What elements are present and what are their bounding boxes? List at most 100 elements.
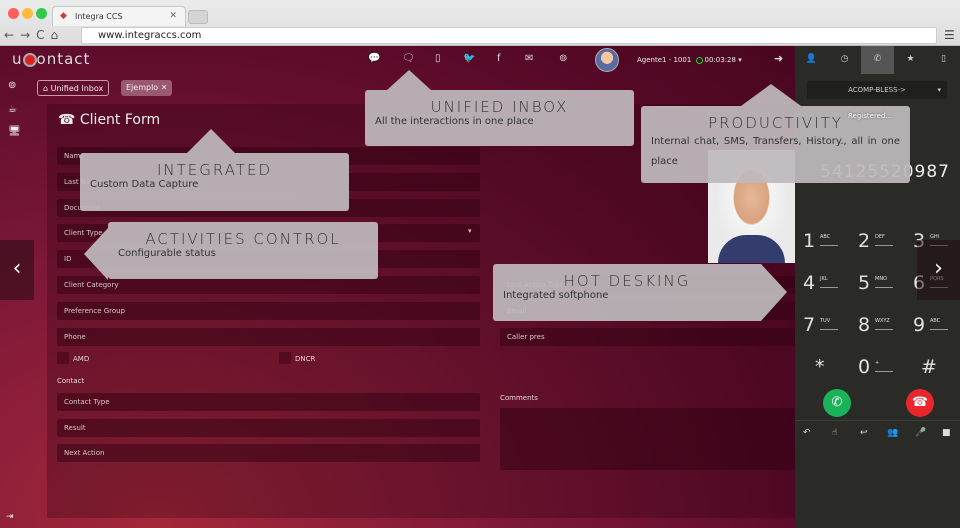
tab-unified-inbox[interactable]: ⌂ Unified Inbox [37, 80, 110, 96]
chevron-down-icon[interactable]: ▾ [738, 56, 742, 64]
key-letters: WXYZ [875, 318, 893, 330]
field-next-action[interactable]: Next Action [57, 444, 480, 462]
conference-icon[interactable]: 👥 [887, 428, 898, 438]
arrow-right-icon[interactable]: ➜ [774, 52, 783, 65]
dialpad-key[interactable]: 9 ABC [913, 314, 960, 344]
chat-icon[interactable]: 💬 [368, 53, 380, 64]
agent-avatar[interactable] [595, 48, 619, 72]
back-icon[interactable]: ← [4, 28, 20, 42]
callout-unified-inbox: UNIFIED INBOX All the interactions in one… [365, 70, 634, 146]
key-digit: 1 [803, 230, 816, 252]
agent-timer: 00:03:28 [704, 56, 736, 64]
dialpad-key[interactable]: 0 + [858, 356, 908, 386]
field-phone[interactable]: Phone [57, 328, 480, 346]
key-digit: * [815, 356, 825, 378]
chevron-down-icon: ▾ [937, 86, 941, 94]
amd-checkbox[interactable] [57, 352, 69, 364]
close-tab-icon[interactable]: ✕ [169, 11, 177, 21]
registration-status: Registered... [848, 112, 893, 120]
new-tab-button[interactable] [188, 10, 208, 24]
amd-label: AMD [73, 355, 90, 363]
key-letters: + [875, 360, 893, 372]
dncr-label: DNCR [295, 355, 316, 363]
next-slide-button[interactable]: › [917, 240, 960, 300]
field-preference-group[interactable]: Preference Group [57, 302, 480, 320]
key-letters: ABC [930, 318, 948, 330]
key-digit: # [921, 356, 937, 378]
callout-activities-control: ACTIVITIES CONTROL Configurable status [84, 222, 378, 280]
key-letters: TUV [820, 318, 838, 330]
mobile-icon[interactable]: ▯ [435, 53, 441, 64]
contact-heading: Contact [57, 377, 85, 385]
twitter-icon[interactable]: 🐦 [463, 53, 475, 64]
envelope-icon[interactable]: ✉ [525, 53, 533, 64]
field-contact-type[interactable]: Contact Type [57, 393, 480, 411]
tab-history[interactable]: ◷ [828, 46, 861, 74]
divider [795, 420, 960, 421]
callout-integrated: INTEGRATED Custom Data Capture [80, 129, 349, 211]
dialpad-key[interactable]: 7 TUV [803, 314, 853, 344]
previous-slide-button[interactable]: ‹ [0, 240, 34, 300]
comments-icon[interactable]: 🗨 [402, 53, 415, 64]
chevron-down-icon[interactable]: ▾ [468, 227, 472, 235]
voicemail-icon[interactable]: ⊚ [559, 53, 567, 64]
dialpad-key[interactable]: # [921, 356, 960, 386]
agent-name: Agente1 - 1001 [637, 56, 692, 64]
key-letters: MNO [875, 276, 893, 288]
logout-icon[interactable]: ⇥ [6, 512, 14, 522]
transfer-icon[interactable]: ↩ [860, 428, 868, 438]
status-icon [695, 56, 703, 64]
key-letters: DEF [875, 234, 893, 246]
tab-contacts[interactable]: 👤 [795, 46, 828, 74]
field-caller-pres[interactable]: Caller pres [500, 328, 795, 346]
key-digit: 0 [858, 356, 871, 378]
browser-tab[interactable]: ◆ Integra CCS ✕ [52, 6, 186, 26]
tab-mobile[interactable]: ▯ [927, 46, 960, 74]
home-icon[interactable]: ⌂ [51, 28, 65, 42]
dialpad-key[interactable]: 1 ABC [803, 230, 853, 260]
field-result[interactable]: Result [57, 419, 480, 437]
key-digit: 4 [803, 272, 816, 294]
favicon-icon: ◆ [60, 11, 67, 21]
tab-label: Unified Inbox [50, 84, 104, 93]
tab-favorites[interactable]: ★ [894, 46, 927, 74]
page-title: ☎ Client Form [58, 112, 161, 128]
maximize-window-button[interactable] [36, 8, 47, 19]
forward-icon[interactable]: → [20, 28, 36, 42]
voicemail-icon[interactable]: ⊚ [8, 80, 16, 91]
agent-status[interactable]: Agente1 - 1001 00:03:28 ▾ [637, 56, 742, 64]
close-icon[interactable]: ✕ [161, 83, 168, 92]
key-letters: ABC [820, 234, 838, 246]
menu-icon[interactable]: ☰ [944, 28, 955, 42]
dialpad-key[interactable]: 5 MNO [858, 272, 908, 302]
queue-select[interactable]: ACOMP-BLESS-> ▾ [807, 81, 947, 99]
logo: u ontact [12, 50, 91, 68]
close-window-button[interactable] [8, 8, 19, 19]
dialpad-key[interactable]: 2 DEF [858, 230, 908, 260]
hand-icon[interactable]: ☝ [832, 428, 837, 438]
mute-icon[interactable]: 🎤 [915, 428, 926, 438]
key-digit: 8 [858, 314, 871, 336]
tab-ejemplo[interactable]: Ejemplo ✕ [121, 80, 173, 96]
reply-icon[interactable]: ↶ [803, 428, 811, 438]
dncr-checkbox[interactable] [279, 352, 291, 364]
video-icon[interactable]: ■ [942, 428, 951, 438]
comments-textarea[interactable] [500, 408, 795, 470]
nav-buttons: ←→C⌂ [4, 28, 64, 42]
key-digit: 5 [858, 272, 871, 294]
facebook-icon[interactable]: f [497, 53, 501, 64]
desktop-icon[interactable]: 🖥 [8, 126, 21, 137]
tab-phone[interactable]: ✆ [861, 46, 894, 74]
key-letters: JKL [820, 276, 838, 288]
tab-title: Integra CCS [75, 12, 123, 21]
dialpad-key[interactable]: 4 JKL [803, 272, 853, 302]
hangup-button[interactable]: ☎ [906, 389, 934, 417]
call-button[interactable]: ✆ [823, 389, 851, 417]
reload-icon[interactable]: C [36, 28, 50, 42]
coffee-icon[interactable]: ☕ [8, 104, 17, 115]
minimize-window-button[interactable] [22, 8, 33, 19]
key-digit: 2 [858, 230, 871, 252]
tab-label: Ejemplo [126, 83, 159, 92]
address-bar[interactable]: www.integraccs.com [81, 27, 937, 44]
dialpad-key[interactable]: 8 WXYZ [858, 314, 908, 344]
